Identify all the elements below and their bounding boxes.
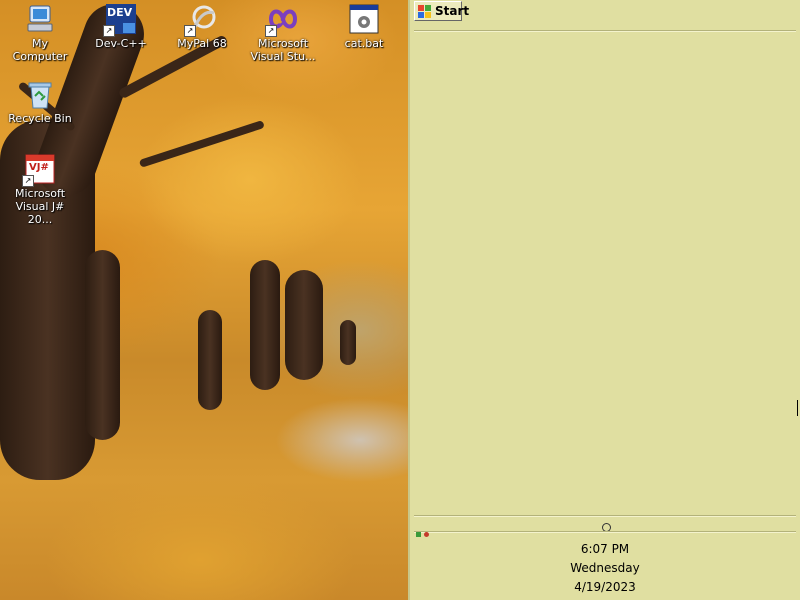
desktop-icon-dev-cpp[interactable]: DEV ↗ Dev-C++ (84, 3, 158, 50)
vjsharp-badge: VJ# (29, 162, 49, 173)
tree-trunk (250, 260, 280, 390)
desktop-icon-mypal[interactable]: ↗ MyPal 68 (165, 3, 239, 50)
shortcut-arrow-icon: ↗ (184, 25, 196, 37)
desktop-icon-visual-studio[interactable]: ↗ Microsoft Visual Stu... (246, 3, 320, 63)
desktop-wallpaper: My Computer DEV ↗ Dev-C++ ↗ MyPal 68 ↗ M… (0, 0, 408, 600)
desktop-icon-label: MyPal 68 (177, 37, 227, 50)
shortcut-arrow-icon: ↗ (22, 175, 34, 187)
task-list-area[interactable] (414, 33, 796, 513)
batch-file-icon (348, 3, 380, 35)
volume-tray-icon[interactable] (424, 532, 429, 537)
tree-branch (138, 120, 265, 168)
desktop-icon-label: Microsoft Visual Stu... (250, 37, 316, 63)
desktop-icon-label: cat.bat (344, 37, 384, 50)
desktop-icon-my-computer[interactable]: My Computer (3, 3, 77, 63)
start-button[interactable]: Start (414, 1, 469, 21)
recycle-bin-icon (24, 78, 56, 110)
desktop-icon-recycle-bin[interactable]: Recycle Bin (3, 78, 77, 125)
network-tray-icon[interactable] (416, 532, 421, 537)
desktop-icon-visual-jsharp[interactable]: VJ# ↗ Microsoft Visual J# 20... (3, 153, 77, 226)
mypal-icon: ↗ (184, 3, 218, 37)
taskbar-divider (414, 30, 796, 32)
tree-trunk (285, 270, 323, 380)
dev-badge: DEV (107, 6, 133, 19)
start-label: Start (435, 4, 470, 18)
visual-studio-icon: ↗ (265, 3, 299, 37)
tree-trunk (198, 310, 222, 410)
tree-trunk (85, 250, 120, 440)
visual-jsharp-icon: VJ# ↗ (22, 153, 56, 187)
system-tray: 6:07 PM Wednesday 4/19/2023 (414, 519, 796, 598)
dev-cpp-icon: DEV ↗ (103, 3, 137, 37)
shortcut-arrow-icon: ↗ (265, 25, 277, 37)
desktop-icon-label: Dev-C++ (95, 37, 147, 50)
shortcut-arrow-icon: ↗ (103, 25, 115, 37)
my-computer-icon (24, 3, 56, 35)
desktop-icon-cat-bat[interactable]: cat.bat (327, 3, 401, 50)
taskbar-divider (414, 515, 796, 517)
desktop-icon-label: My Computer (12, 37, 68, 63)
clock-time[interactable]: 6:07 PM (414, 542, 796, 556)
taskbar: Start 6:07 PM Wednesday 4/19/2023 (408, 0, 800, 600)
clock-day[interactable]: Wednesday (414, 561, 796, 575)
desktop-icon-label: Microsoft Visual J# 20... (14, 187, 66, 226)
desktop-icon-label: Recycle Bin (8, 112, 72, 125)
windows-logo-icon (418, 5, 431, 18)
tree-trunk (340, 320, 356, 365)
clock-date[interactable]: 4/19/2023 (414, 580, 796, 594)
